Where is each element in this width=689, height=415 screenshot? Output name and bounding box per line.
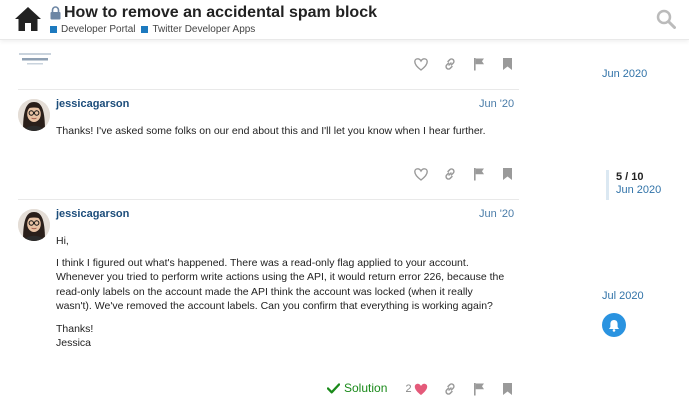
category-label: Twitter Developer Apps xyxy=(152,24,256,35)
post-paragraph: I think I figured out what's happened. T… xyxy=(56,256,505,313)
check-icon xyxy=(327,382,340,393)
category-label: Developer Portal xyxy=(61,24,136,35)
flag-button[interactable] xyxy=(464,55,493,73)
timeline-start-date[interactable]: Jun 2020 xyxy=(602,68,647,80)
link-icon xyxy=(444,58,455,70)
home-icon[interactable] xyxy=(14,6,42,32)
solution-label: Solution xyxy=(344,381,388,395)
bookmark-icon xyxy=(503,58,512,70)
post-username[interactable]: jessicagarson xyxy=(56,208,129,220)
post-body: Hi, I think I figured out what's happene… xyxy=(56,234,506,359)
search-icon[interactable] xyxy=(656,9,676,29)
like-button[interactable]: 2 xyxy=(398,380,435,398)
heart-icon xyxy=(413,57,428,71)
timeline-position: 5 / 10 xyxy=(616,171,644,183)
post-username[interactable]: jessicagarson xyxy=(56,98,129,110)
like-button[interactable] xyxy=(406,165,435,183)
flag-icon xyxy=(473,383,484,396)
post-signoff: Thanks! Jessica xyxy=(56,322,94,350)
flag-icon xyxy=(473,168,484,181)
avatar-image xyxy=(18,209,50,241)
bookmark-icon xyxy=(503,383,512,395)
post-paragraph: Thanks! I've asked some folks on our end… xyxy=(56,125,486,137)
site-header: How to remove an accidental spam block D… xyxy=(0,0,689,40)
post-image-logo xyxy=(19,53,51,65)
category-swatch xyxy=(50,26,57,33)
timeline-end-date[interactable]: Jul 2020 xyxy=(602,290,644,302)
copy-link-button[interactable] xyxy=(435,165,464,183)
bell-icon xyxy=(609,319,619,332)
flag-button[interactable] xyxy=(464,165,493,183)
lock-icon xyxy=(50,6,61,20)
avatar[interactable] xyxy=(18,209,50,241)
bookmark-button[interactable] xyxy=(493,165,522,183)
heart-icon xyxy=(414,383,427,395)
post-divider xyxy=(18,199,519,200)
avatar[interactable] xyxy=(18,99,50,131)
post-body: Thanks! I've asked some folks on our end… xyxy=(56,124,506,147)
post-date[interactable]: Jun '20 xyxy=(479,98,514,110)
category-developer-portal[interactable]: Developer Portal xyxy=(50,24,135,35)
link-icon xyxy=(444,383,455,395)
like-button[interactable] xyxy=(406,55,435,73)
flag-button[interactable] xyxy=(464,380,493,398)
bookmark-button[interactable] xyxy=(493,55,522,73)
bookmark-button[interactable] xyxy=(493,380,522,398)
post-paragraph: Hi, xyxy=(56,235,69,247)
link-icon xyxy=(444,168,455,180)
post-actions xyxy=(406,55,522,73)
bookmark-icon xyxy=(503,168,512,180)
timeline-scroller-handle[interactable] xyxy=(606,170,609,200)
copy-link-button[interactable] xyxy=(435,380,464,398)
flag-icon xyxy=(473,58,484,71)
topic-title[interactable]: How to remove an accidental spam block xyxy=(64,4,377,22)
avatar-image xyxy=(18,99,50,131)
post-actions xyxy=(406,165,522,183)
post-date[interactable]: Jun '20 xyxy=(479,208,514,220)
solution-button[interactable]: Solution xyxy=(327,381,387,395)
topic-header: How to remove an accidental spam block D… xyxy=(50,4,377,35)
copy-link-button[interactable] xyxy=(435,55,464,73)
notifications-button[interactable] xyxy=(602,313,626,337)
like-count: 2 xyxy=(405,383,412,395)
category-breadcrumb: Developer Portal Twitter Developer Apps xyxy=(50,24,377,35)
post-divider xyxy=(18,89,519,90)
timeline-current-date: Jun 2020 xyxy=(616,184,662,196)
post-actions: 2 xyxy=(398,380,522,398)
heart-icon xyxy=(413,167,428,181)
category-twitter-developer-apps[interactable]: Twitter Developer Apps xyxy=(141,24,255,35)
category-swatch xyxy=(141,26,149,33)
